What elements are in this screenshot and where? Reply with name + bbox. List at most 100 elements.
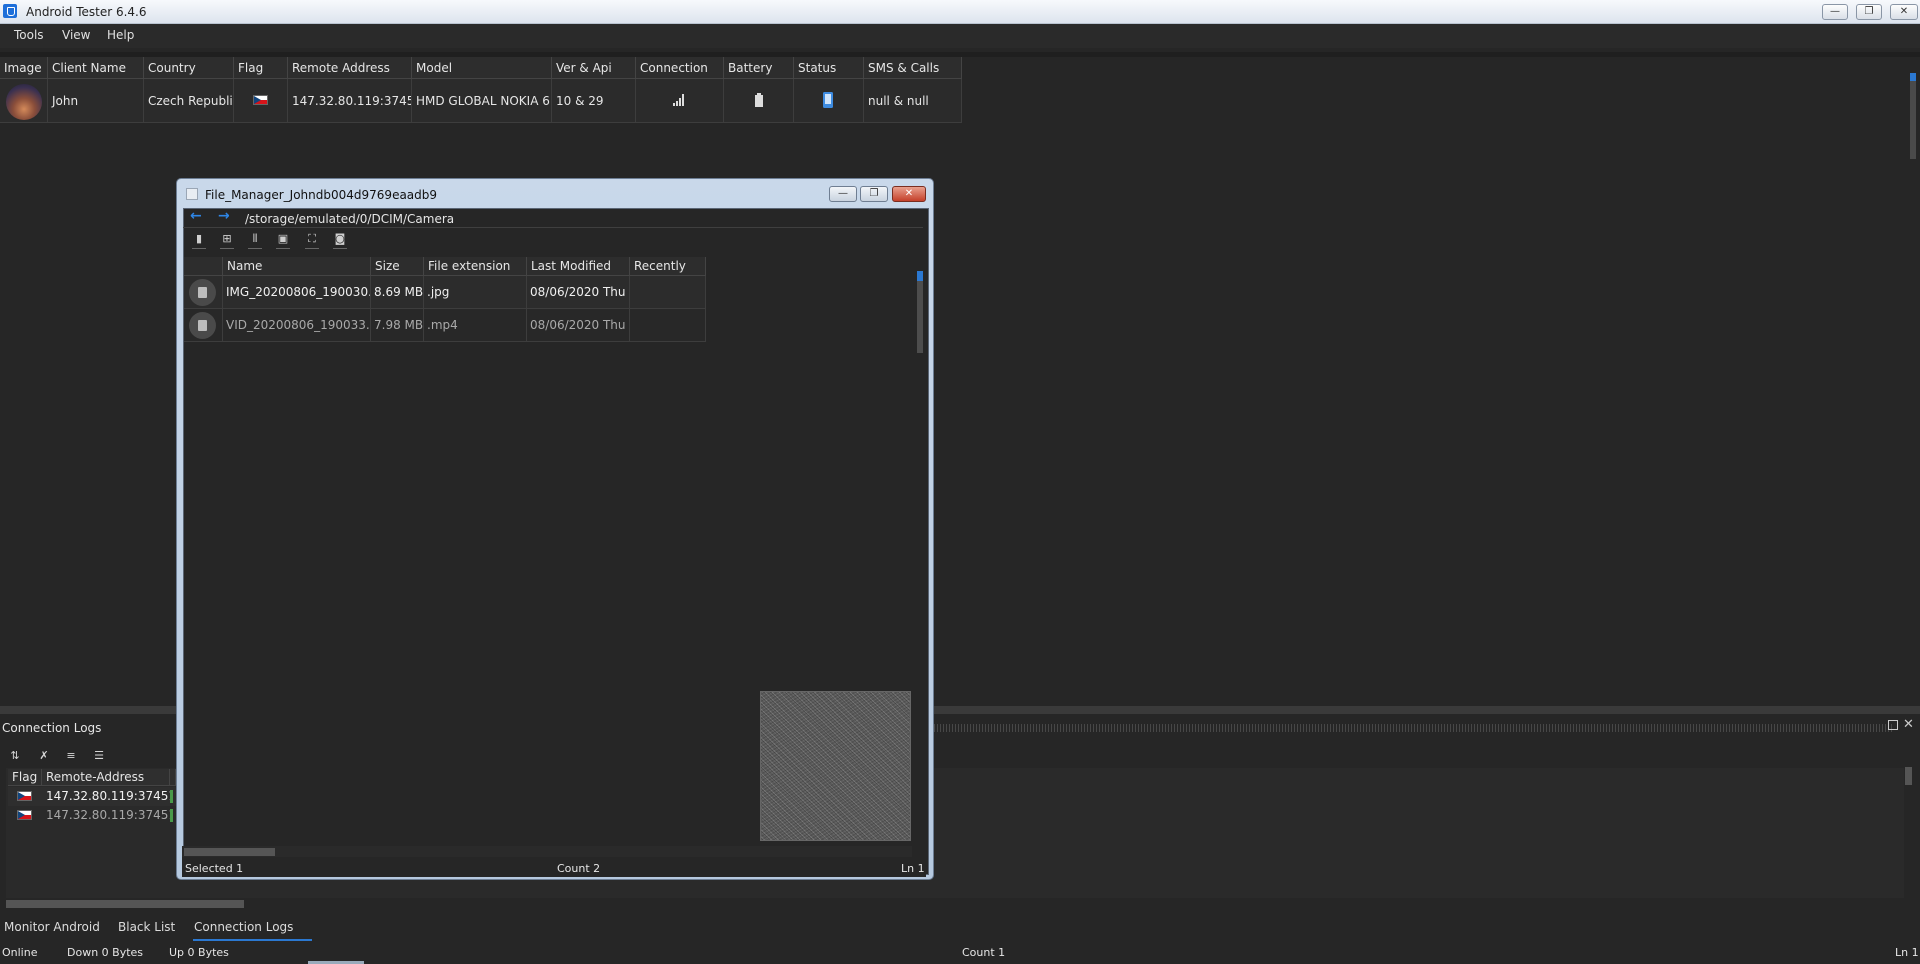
- logs-panel-title: Connection Logs: [2, 721, 102, 735]
- toolbar-underline: [276, 248, 290, 249]
- toolbar-underline: [248, 248, 262, 249]
- file-modified[interactable]: 08/06/2020 Thu: [527, 309, 630, 342]
- logs-col-remote-address[interactable]: Remote-Address: [42, 769, 170, 786]
- toolbar-underline: [305, 248, 319, 249]
- col-client-name[interactable]: Client Name: [48, 57, 144, 79]
- fm-minimize-button[interactable]: —: [829, 186, 857, 202]
- file-size[interactable]: 7.98 MB: [371, 309, 424, 342]
- menu-bar: Tools View Help: [0, 24, 1920, 48]
- phone-icon: [823, 92, 833, 108]
- active-tab-indicator: [193, 939, 312, 941]
- logs-vertical-scrollbar[interactable]: [1905, 767, 1912, 785]
- logs-horizontal-scrollbar[interactable]: [6, 900, 244, 908]
- col-image[interactable]: Image: [0, 57, 48, 79]
- col-remote-address[interactable]: Remote Address: [288, 57, 412, 79]
- clear-all-icon[interactable]: ≡: [63, 750, 79, 762]
- cell-sms-calls[interactable]: null & null: [864, 79, 962, 123]
- sort-icon[interactable]: ⇅: [7, 750, 23, 762]
- new-folder-icon[interactable]: ⊞: [220, 232, 234, 245]
- col-status[interactable]: Status: [794, 57, 864, 79]
- col-battery[interactable]: Battery: [724, 57, 794, 79]
- restore-button[interactable]: ❐: [1856, 4, 1882, 20]
- shield-app-icon: [3, 4, 17, 18]
- fm-restore-button[interactable]: ❐: [860, 186, 888, 202]
- clients-vertical-scrollbar[interactable]: [1910, 73, 1916, 159]
- fm-vertical-scrollbar[interactable]: [917, 271, 923, 353]
- signal-icon: [673, 94, 684, 106]
- fm-col-last-modified[interactable]: Last Modified: [527, 257, 630, 276]
- close-button[interactable]: ✕: [1890, 4, 1918, 20]
- scrollbar-indicator: [917, 271, 923, 281]
- cell-country[interactable]: Czech Republic: [144, 79, 234, 123]
- cell-client-name[interactable]: John: [48, 79, 144, 123]
- file-name[interactable]: IMG_20200806_190030.jpg: [223, 276, 371, 309]
- logs-col-flag[interactable]: Flag: [8, 769, 42, 786]
- logs-cell-remote-address[interactable]: 147.32.80.119:37451: [42, 806, 170, 825]
- file-modified[interactable]: 08/06/2020 Thu: [527, 276, 630, 309]
- file-extension[interactable]: .mp4: [424, 309, 527, 342]
- status-down: Down 0 Bytes: [67, 946, 144, 959]
- fm-status-selected: Selected 1: [185, 862, 244, 875]
- camera-icon[interactable]: ◙: [333, 232, 347, 245]
- file-recently[interactable]: [630, 309, 706, 342]
- forward-button[interactable]: →: [218, 209, 232, 223]
- video-file-icon: [189, 312, 216, 339]
- file-extension[interactable]: .jpg: [424, 276, 527, 309]
- menu-help[interactable]: Help: [107, 28, 134, 42]
- tab-monitor-android[interactable]: Monitor Android: [4, 920, 100, 934]
- close-panel-icon[interactable]: ✕: [1903, 717, 1914, 732]
- logs-cell-remote-address[interactable]: 147.32.80.119:37451: [42, 787, 170, 806]
- fm-horizontal-scrollbar[interactable]: [184, 848, 275, 856]
- path-field[interactable]: /storage/emulated/0/DCIM/Camera: [245, 212, 454, 226]
- image-icon[interactable]: ▣: [276, 232, 290, 245]
- fm-status-line: Ln 1: [901, 862, 925, 875]
- cell-remote-address[interactable]: 147.32.80.119:37451: [288, 79, 412, 123]
- col-flag[interactable]: Flag: [234, 57, 288, 79]
- barcode-icon[interactable]: ⦀: [248, 232, 262, 245]
- col-sms-calls[interactable]: SMS & Calls: [864, 57, 962, 79]
- col-connection[interactable]: Connection: [636, 57, 724, 79]
- fm-col-name[interactable]: Name: [223, 257, 371, 276]
- status-line: Ln 1: [1895, 946, 1919, 959]
- fm-col-size[interactable]: Size: [371, 257, 424, 276]
- maximize-panel-icon[interactable]: [1888, 720, 1898, 730]
- tab-connection-logs[interactable]: Connection Logs: [194, 920, 293, 934]
- col-ver-api[interactable]: Ver & Api: [552, 57, 636, 79]
- image-preview-thumbnail[interactable]: [760, 691, 911, 841]
- file-manager-title: File_Manager_Johndb004d9769eaadb9: [205, 188, 438, 202]
- czech-flag-icon: [17, 810, 32, 820]
- clear-selected-icon[interactable]: ✗: [36, 750, 52, 762]
- menu-tools[interactable]: Tools: [14, 28, 44, 42]
- toolbar-underline: [192, 248, 206, 249]
- col-model[interactable]: Model: [412, 57, 552, 79]
- file-size[interactable]: 8.69 MB: [371, 276, 424, 309]
- fullscreen-icon[interactable]: ⛶: [305, 232, 319, 245]
- sd-card-icon[interactable]: ▮: [192, 232, 206, 245]
- fm-close-button[interactable]: ✕: [892, 186, 926, 202]
- toolbar-underline: [333, 248, 347, 249]
- status-indicator: [170, 809, 173, 822]
- cell-ver-api[interactable]: 10 & 29: [552, 79, 636, 123]
- back-button[interactable]: ←: [190, 209, 204, 223]
- panel-grip[interactable]: [934, 724, 1892, 732]
- fm-col-extension[interactable]: File extension: [424, 257, 527, 276]
- filter-icon[interactable]: ☰: [91, 750, 107, 762]
- col-country[interactable]: Country: [144, 57, 234, 79]
- status-online: Online: [2, 946, 38, 959]
- path-divider: [183, 227, 923, 228]
- fm-col-recently[interactable]: Recently: [630, 257, 706, 276]
- file-name[interactable]: VID_20200806_190033.mp4: [223, 309, 371, 342]
- title-bar: [0, 0, 1920, 24]
- minimize-button[interactable]: —: [1822, 4, 1848, 20]
- scrollbar-indicator: [1910, 73, 1916, 81]
- window-title: Android Tester 6.4.6: [26, 5, 147, 19]
- cell-model[interactable]: HMD GLOBAL NOKIA 6.1: [412, 79, 552, 123]
- menu-view[interactable]: View: [62, 28, 90, 42]
- tab-black-list[interactable]: Black List: [118, 920, 175, 934]
- clients-table: Image Client Name Country Flag Remote Ad…: [0, 57, 962, 123]
- status-up: Up 0 Bytes: [169, 946, 229, 959]
- status-count: Count 1: [962, 946, 1006, 959]
- file-recently[interactable]: [630, 276, 706, 309]
- fm-col-icon[interactable]: [184, 257, 223, 276]
- avatar[interactable]: [6, 84, 42, 120]
